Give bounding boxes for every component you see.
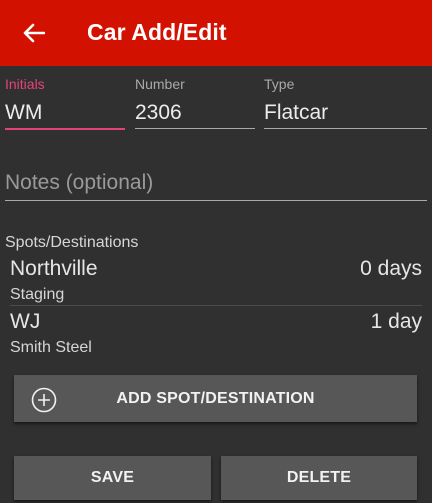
initials-underline [5,128,125,130]
type-input[interactable] [264,98,427,128]
page-title: Car Add/Edit [87,19,227,45]
spot-days: 1 day [370,310,422,333]
delete-button[interactable]: DELETE [221,456,417,500]
initials-input[interactable] [5,98,125,128]
spot-item[interactable]: WJ 1 day Smith Steel [10,310,422,362]
save-label: SAVE [90,469,135,486]
spot-item[interactable]: Northville 0 days Staging [10,257,422,309]
back-button[interactable] [14,15,54,51]
spot-name: Northville [10,257,98,280]
type-field[interactable]: Type [264,76,427,136]
notes-field[interactable] [5,168,427,202]
spot-divider [10,305,422,306]
number-label: Number [135,76,185,92]
type-label: Type [264,76,295,92]
initials-field[interactable]: Initials [5,76,125,136]
arrow-left-icon [23,23,45,43]
add-spot-button[interactable]: ADD SPOT/DESTINATION [14,375,417,422]
spots-section-label: Spots/Destinations [5,234,139,251]
notes-input[interactable] [5,168,427,198]
number-underline [135,128,255,129]
spot-track: Smith Steel [10,339,92,356]
notes-underline [5,200,427,201]
app-bar: Car Add/Edit [0,0,432,66]
add-spot-label: ADD SPOT/DESTINATION [116,389,315,407]
spot-days: 0 days [360,257,422,280]
number-field[interactable]: Number [135,76,255,136]
type-underline [264,128,427,129]
save-button[interactable]: SAVE [14,456,211,500]
initials-label: Initials [5,76,45,92]
spot-track: Staging [10,286,65,303]
spot-name: WJ [10,310,41,333]
add-circle-icon [31,387,57,413]
delete-label: DELETE [286,469,352,486]
number-input[interactable] [135,98,255,128]
